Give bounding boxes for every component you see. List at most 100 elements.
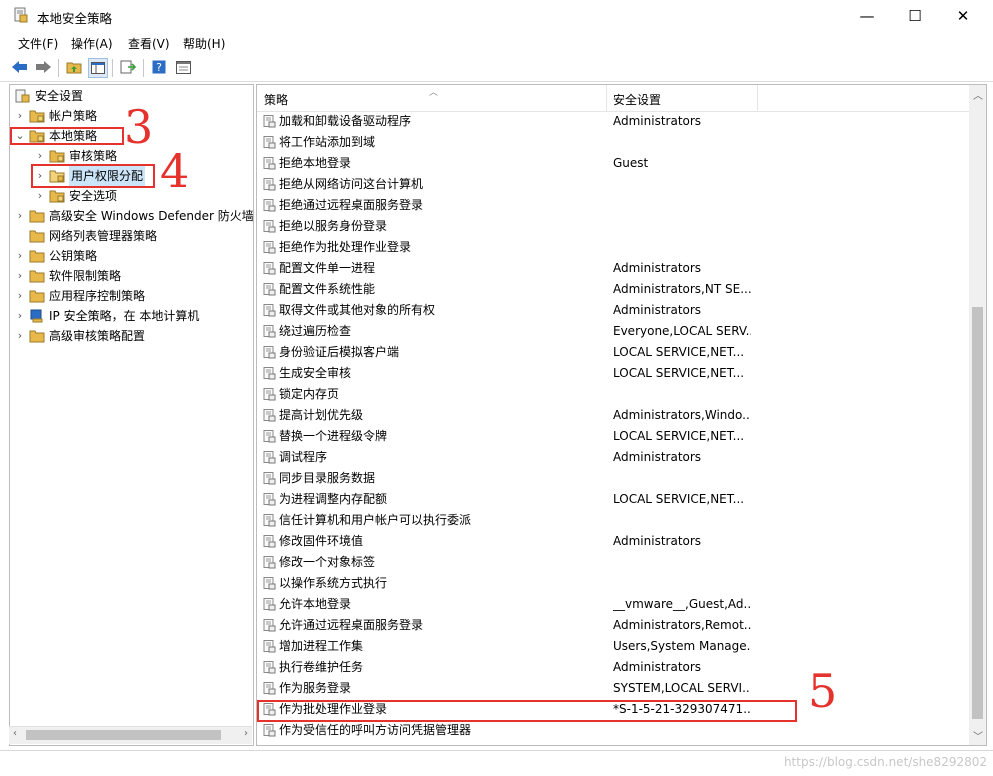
table-row[interactable]: 配置文件系统性能 Administrators,NT SE...	[257, 279, 969, 300]
folder-icon	[29, 330, 45, 343]
up-one-level-button[interactable]	[65, 58, 83, 76]
tree-item-security-options[interactable]: › 安全选项	[34, 186, 249, 206]
policy-name: 拒绝以服务身份登录	[279, 219, 388, 233]
show-hide-tree-button[interactable]	[88, 58, 108, 78]
menu-file[interactable]: 文件(F)	[18, 35, 58, 52]
menu-help[interactable]: 帮助(H)	[183, 35, 225, 52]
policy-security-setting: Administrators	[613, 303, 702, 317]
table-row[interactable]: 提高计划优先级 Administrators,Windo...	[257, 405, 969, 426]
policy-item-icon	[263, 262, 276, 275]
table-row[interactable]: 拒绝以服务身份登录	[257, 216, 969, 237]
table-row[interactable]: 作为服务登录 SYSTEM,LOCAL SERVI...	[257, 678, 969, 699]
policy-item-icon	[263, 724, 276, 737]
security-settings-icon	[15, 89, 30, 103]
table-row[interactable]: 身份验证后模拟客户端 LOCAL SERVICE,NET...	[257, 342, 969, 363]
table-row[interactable]: 调试程序 Administrators	[257, 447, 969, 468]
policy-name: 修改一个对象标签	[279, 555, 376, 569]
scrollbar-thumb[interactable]	[972, 307, 983, 719]
policy-item-icon	[263, 199, 276, 212]
table-row[interactable]: 修改固件环境值 Administrators	[257, 531, 969, 552]
table-row[interactable]: 拒绝通过远程桌面服务登录	[257, 195, 969, 216]
expander-icon[interactable]: ›	[14, 246, 26, 266]
expander-icon[interactable]: ›	[34, 146, 46, 166]
table-row[interactable]: 作为受信任的呼叫方访问凭据管理器	[257, 720, 969, 741]
expander-icon[interactable]: ›	[14, 306, 26, 326]
maximize-button[interactable]: ☐	[892, 0, 938, 32]
table-row[interactable]: 允许本地登录 __vmware__,Guest,Ad...	[257, 594, 969, 615]
column-header-policy[interactable]: 策略	[264, 91, 288, 108]
table-row[interactable]: 拒绝作为批处理作业登录	[257, 237, 969, 258]
forward-button[interactable]	[34, 58, 52, 76]
table-row[interactable]: 替换一个进程级令牌 LOCAL SERVICE,NET...	[257, 426, 969, 447]
tree-label: 公钥策略	[49, 249, 98, 263]
export-list-button[interactable]	[119, 58, 137, 76]
properties-button[interactable]	[174, 58, 192, 76]
policy-item-icon	[263, 598, 276, 611]
table-row[interactable]: 加载和卸载设备驱动程序 Administrators	[257, 111, 969, 132]
table-row[interactable]: 绕过遍历检查 Everyone,LOCAL SERV...	[257, 321, 969, 342]
policy-item-icon	[263, 388, 276, 401]
security-policy-app-icon	[14, 7, 28, 23]
table-row[interactable]: 执行卷维护任务 Administrators	[257, 657, 969, 678]
ip-security-icon	[30, 309, 43, 323]
tree-item-advanced-audit[interactable]: › 高级审核策略配置	[14, 326, 249, 346]
policy-item-icon	[263, 304, 276, 317]
expander-icon[interactable]: ›	[14, 106, 26, 126]
tree-item-app-control[interactable]: › 应用程序控制策略	[14, 286, 249, 306]
tree-label: IP 安全策略，在 本地计算机	[49, 309, 200, 323]
policy-name: 锁定内存页	[279, 387, 340, 401]
policy-item-icon	[263, 640, 276, 653]
table-row[interactable]: 允许通过远程桌面服务登录 Administrators,Remot...	[257, 615, 969, 636]
table-row[interactable]: 锁定内存页	[257, 384, 969, 405]
policy-name: 配置文件单一进程	[279, 261, 376, 275]
table-row[interactable]: 以操作系统方式执行	[257, 573, 969, 594]
table-row[interactable]: 修改一个对象标签	[257, 552, 969, 573]
folder-icon	[29, 270, 45, 283]
scroll-left-icon[interactable]: ‹	[13, 728, 17, 739]
table-row[interactable]: 为进程调整内存配额 LOCAL SERVICE,NET...	[257, 489, 969, 510]
table-row[interactable]: 拒绝本地登录 Guest	[257, 153, 969, 174]
table-row[interactable]: 信任计算机和用户帐户可以执行委派	[257, 510, 969, 531]
properties-icon	[175, 60, 191, 74]
policy-list-pane[interactable]: 策略 ︿ 安全设置 加载和卸载设备驱动程序 Administrators 将工作站添…	[256, 84, 987, 746]
policy-item-icon	[263, 409, 276, 422]
policy-name: 拒绝从网络访问这台计算机	[279, 177, 424, 191]
table-row[interactable]: 将工作站添加到域	[257, 132, 969, 153]
table-row[interactable]: 取得文件或其他对象的所有权 Administrators	[257, 300, 969, 321]
table-row[interactable]: 拒绝从网络访问这台计算机	[257, 174, 969, 195]
scroll-down-icon[interactable]: ﹀	[973, 728, 983, 743]
title-bar: 本地安全策略 — ☐ ✕	[0, 0, 993, 32]
tree-item-ip-security[interactable]: › IP 安全策略，在 本地计算机	[14, 306, 249, 326]
table-row[interactable]: 生成安全审核 LOCAL SERVICE,NET...	[257, 363, 969, 384]
minimize-button[interactable]: —	[844, 0, 890, 32]
expander-icon[interactable]: ›	[14, 326, 26, 346]
folder-icon	[29, 230, 45, 243]
expander-icon[interactable]: ›	[14, 286, 26, 306]
scroll-up-icon[interactable]: ︿	[973, 87, 983, 102]
policy-name: 将工作站添加到域	[279, 135, 376, 149]
menu-action[interactable]: 操作(A)	[71, 35, 113, 52]
list-vertical-scrollbar[interactable]: ︿ ﹀	[969, 85, 986, 745]
expander-icon[interactable]: ›	[14, 266, 26, 286]
back-button[interactable]	[11, 58, 29, 76]
scroll-right-icon[interactable]: ›	[244, 728, 248, 739]
tree-item-windows-defender-firewall[interactable]: › 高级安全 Windows Defender 防火墙	[14, 206, 253, 226]
close-button[interactable]: ✕	[940, 0, 986, 32]
menu-view[interactable]: 查看(V)	[128, 35, 170, 52]
column-header-security-setting[interactable]: 安全设置	[613, 91, 661, 108]
table-row[interactable]: 同步目录服务数据	[257, 468, 969, 489]
table-row[interactable]: 配置文件单一进程 Administrators	[257, 258, 969, 279]
tree-item-software-restriction[interactable]: › 软件限制策略	[14, 266, 249, 286]
tree-horizontal-scrollbar[interactable]: ‹ ›	[9, 726, 252, 744]
table-row[interactable]: 增加进程工作集 Users,System Manage...	[257, 636, 969, 657]
policy-item-icon	[263, 619, 276, 632]
tree-item-network-list-manager[interactable]: 网络列表管理器策略	[14, 226, 249, 246]
policy-item-icon	[263, 220, 276, 233]
tree-label: 软件限制策略	[49, 269, 122, 283]
tree-item-public-key-policies[interactable]: › 公钥策略	[14, 246, 249, 266]
expander-icon[interactable]: ›	[14, 206, 26, 226]
back-arrow-icon	[12, 61, 27, 73]
scrollbar-thumb[interactable]	[26, 730, 221, 740]
expander-icon[interactable]: ›	[34, 186, 46, 206]
help-button[interactable]: ?	[150, 58, 168, 76]
